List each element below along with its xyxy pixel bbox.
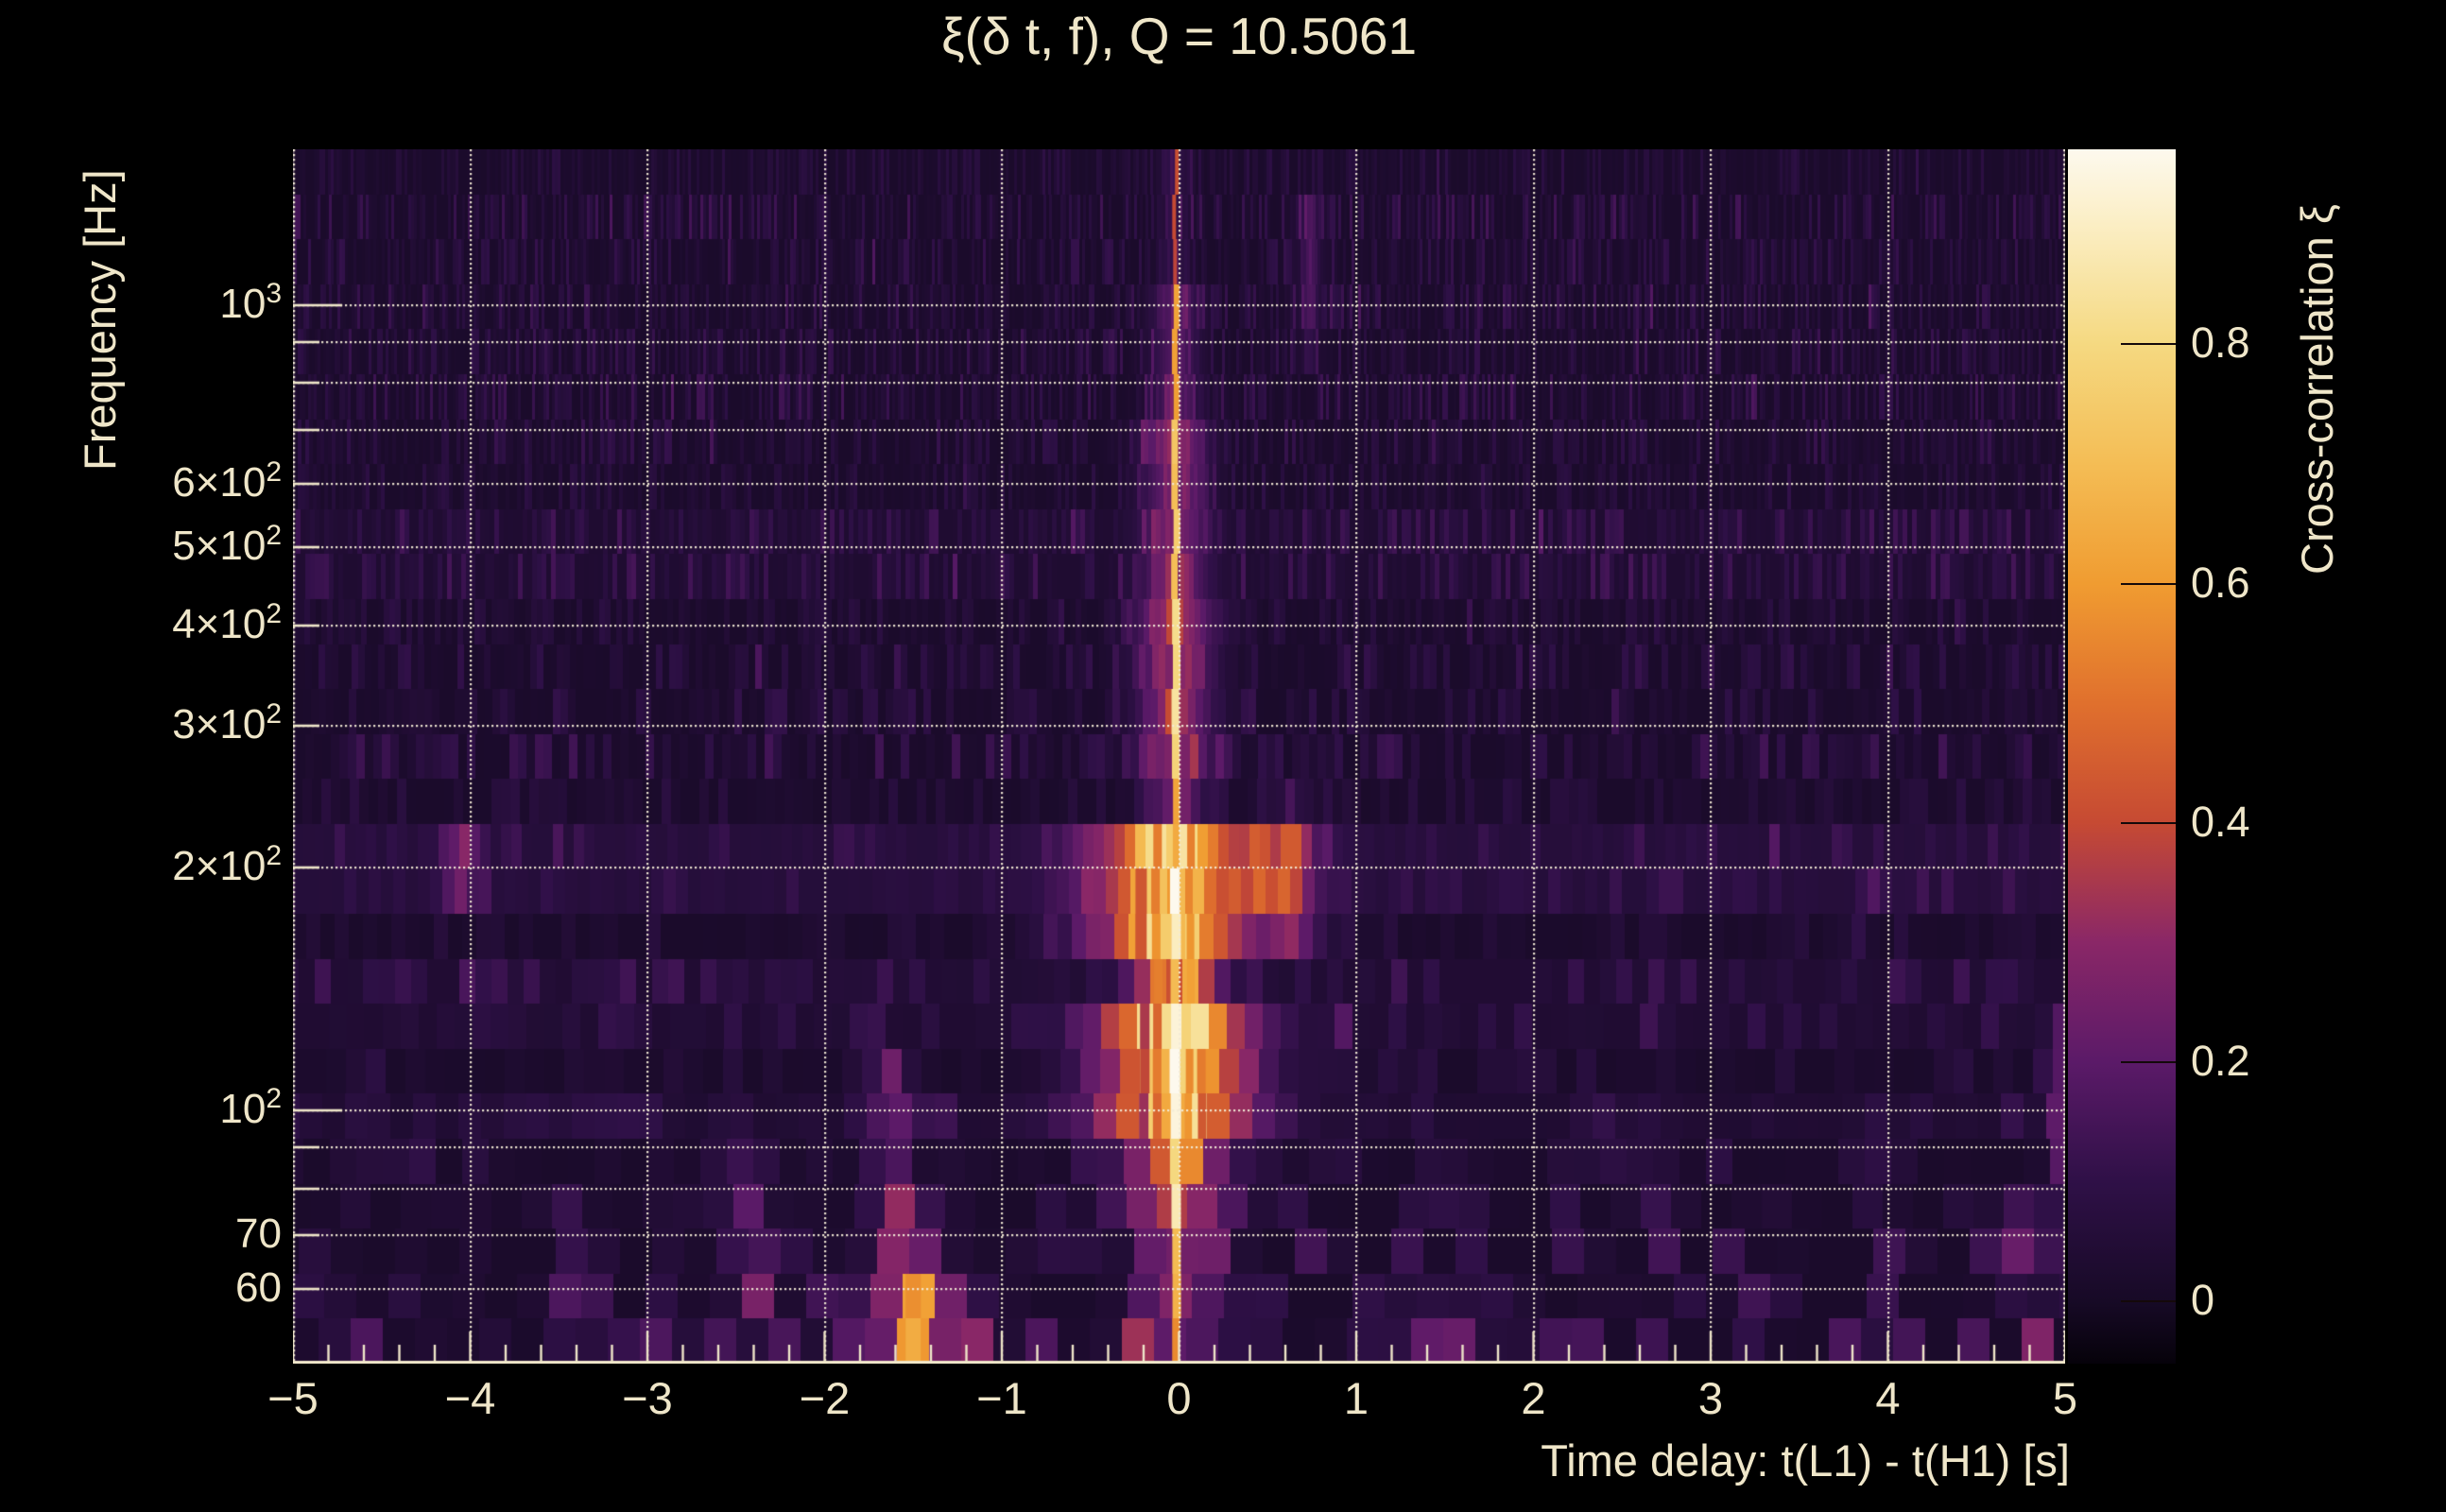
chart-title: ξ(δ t, f), Q = 10.5061 [940, 7, 1418, 65]
colorbar-tick-0.4 [2121, 821, 2176, 824]
colorbar-tick-label-0.2: 0.2 [2191, 1036, 2250, 1085]
y-tick-label-500: 5×102 [172, 520, 282, 570]
y-tick-label-300: 3×102 [172, 698, 282, 748]
x-axis-title: Time delay: t(L1) - t(H1) [s] [1541, 1435, 2070, 1486]
y-tick-label-100: 102 [219, 1083, 282, 1133]
x-tick-label--1: −1 [976, 1373, 1027, 1423]
x-tick-label--5: −5 [267, 1373, 319, 1423]
x-tick-label--4: −4 [444, 1373, 496, 1423]
colorbar-tick-0.2 [2121, 1060, 2176, 1063]
colorbar-tick-0 [2121, 1300, 2176, 1303]
y-tick-label-60: 60 [235, 1264, 282, 1312]
x-tick-label-5: 5 [2052, 1373, 2078, 1423]
x-tick-label-4: 4 [1875, 1373, 1901, 1423]
colorbar-tick-0.6 [2121, 582, 2176, 585]
x-tick-label-1: 1 [1343, 1373, 1369, 1423]
x-tick-label--2: −2 [799, 1373, 851, 1423]
y-tick-label-200: 2×102 [172, 840, 282, 890]
colorbar-tick-label-0.6: 0.6 [2191, 558, 2250, 607]
y-tick-label-400: 4×102 [172, 597, 282, 647]
x-tick-label-3: 3 [1697, 1373, 1724, 1423]
x-tick-label-0: 0 [1166, 1373, 1192, 1423]
colorbar-gradient [2068, 149, 2176, 1364]
heatmap-canvas [293, 149, 2065, 1364]
x-tick-label--3: −3 [622, 1373, 673, 1423]
y-tick-label-70: 70 [235, 1211, 282, 1258]
x-tick-label-2: 2 [1521, 1373, 1546, 1423]
colorbar-tick-label-0.4: 0.4 [2191, 797, 2250, 846]
colorbar-tick-label-0: 0 [2191, 1276, 2215, 1325]
colorbar-tick-label-0.8: 0.8 [2191, 318, 2250, 368]
y-tick-label-1000: 103 [219, 277, 282, 327]
figure-root: ξ(δ t, f), Q = 10.5061 Frequency [Hz] Cr… [0, 0, 2446, 1512]
colorbar-tick-0.8 [2121, 343, 2176, 346]
y-tick-label-600: 6×102 [172, 455, 282, 506]
